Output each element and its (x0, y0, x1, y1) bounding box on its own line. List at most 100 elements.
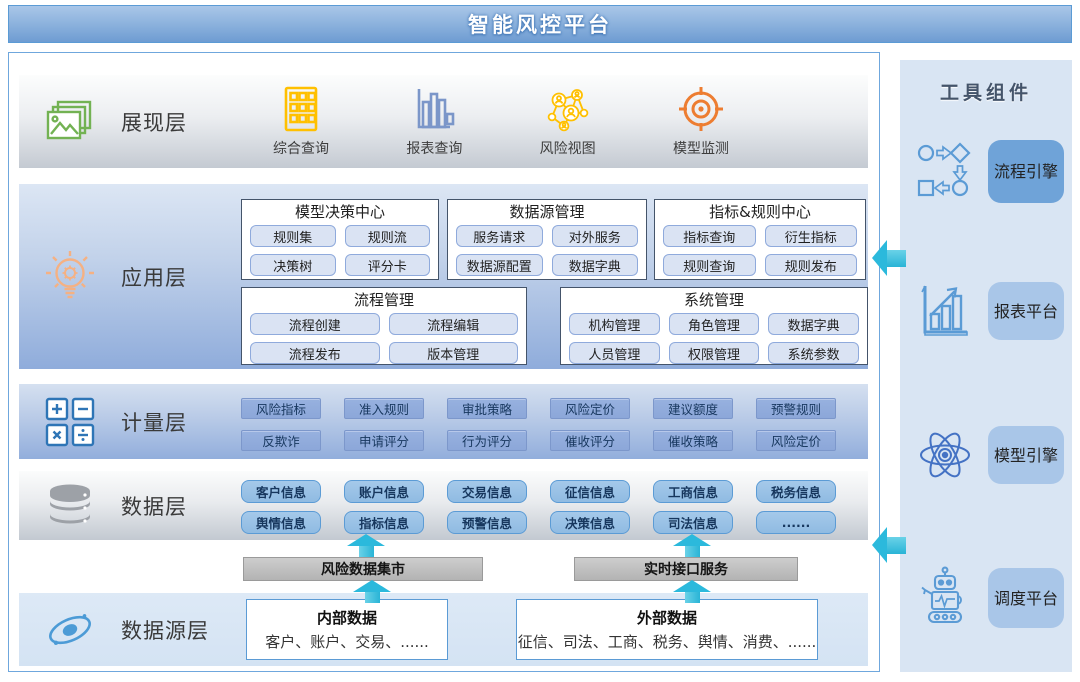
measure-chip: 风险定价 (756, 430, 836, 451)
pres-item-label: 综合查询 (273, 138, 329, 158)
app-chip: 机构管理 (569, 313, 660, 335)
app-chip: 数据字典 (768, 313, 859, 335)
group-title: 模型决策中心 (242, 202, 438, 223)
pres-item-label: 风险视图 (540, 138, 596, 158)
data-label: 数据层 (121, 491, 187, 521)
main-panel: 展现层 综合查询 (8, 52, 880, 672)
grid-icon (280, 86, 322, 132)
up-arrow (353, 580, 391, 603)
app-chip: 系统参数 (768, 342, 859, 364)
tool-schedule-platform: 调度平台 (988, 568, 1064, 628)
datasource-head: 数据源层 (41, 593, 209, 666)
bus-realtime-api: 实时接口服务 (574, 557, 798, 581)
app-chip: 规则流 (345, 225, 431, 247)
page-title: 智能风控平台 (468, 9, 612, 39)
internal-data-desc: 客户、账户、交易、...... (265, 631, 429, 652)
application-label: 应用层 (121, 262, 187, 292)
tool-report-platform: 报表平台 (988, 282, 1064, 340)
group-datasource-mgmt: 数据源管理 服务请求 对外服务 数据源配置 数据字典 (447, 199, 647, 280)
data-chip: 税务信息 (756, 480, 836, 503)
data-chip: 舆情信息 (241, 511, 321, 534)
group-model-decision: 模型决策中心 规则集 规则流 决策树 评分卡 (241, 199, 439, 280)
group-process-mgmt: 流程管理 流程创建 流程编辑 流程发布 版本管理 (241, 287, 527, 365)
app-chip: 指标查询 (663, 225, 756, 247)
presentation-head: 展现层 (41, 75, 187, 168)
network-icon (544, 86, 592, 132)
app-chip: 流程编辑 (389, 313, 519, 335)
app-chip: 决策树 (250, 254, 336, 276)
data-chip: 交易信息 (447, 480, 527, 503)
measure-chip: 风险指标 (241, 398, 321, 419)
pres-item-label: 报表查询 (406, 138, 462, 158)
app-chip: 规则集 (250, 225, 336, 247)
tools-sidebar: 工具组件 流程引擎 报表平台 (900, 60, 1072, 672)
group-indicator-rule: 指标&规则中心 指标查询 衍生指标 规则查询 规则发布 (654, 199, 866, 280)
app-chip: 规则发布 (765, 254, 858, 276)
data-chip: 征信信息 (550, 480, 630, 503)
left-arrow (872, 527, 906, 563)
atom-icon (914, 426, 976, 484)
measurement-head: 计量层 (41, 384, 187, 459)
report-icon (914, 282, 976, 340)
bus-risk-data-mart: 风险数据集市 (243, 557, 483, 581)
pres-item-monitor: 模型监测 (641, 86, 761, 158)
risk-platform-diagram: 智能风控平台 展现层 (0, 0, 1080, 682)
measure-chip: 行为评分 (447, 430, 527, 451)
app-chip: 服务请求 (456, 225, 543, 247)
external-data-title: 外部数据 (637, 607, 697, 628)
app-chip: 数据字典 (552, 254, 639, 276)
measure-chip: 预警规则 (756, 398, 836, 419)
measure-chip: 风险定价 (550, 398, 630, 419)
data-chip: 工商信息 (653, 480, 733, 503)
app-chip: 流程创建 (250, 313, 380, 335)
measurement-chips: 风险指标 准入规则 审批策略 风险定价 建议额度 预警规则 反欺诈 申请评分 行… (241, 398, 836, 451)
datasource-label: 数据源层 (121, 615, 209, 645)
data-chip: ...... (756, 511, 836, 534)
data-chip: 账户信息 (344, 480, 424, 503)
internal-data-title: 内部数据 (317, 607, 377, 628)
group-title: 指标&规则中心 (655, 202, 865, 223)
presentation-items: 综合查询 报表查询 (241, 75, 761, 168)
group-title: 流程管理 (242, 290, 526, 311)
layer-measurement: 计量层 风险指标 准入规则 审批策略 风险定价 建议额度 预警规则 反欺诈 申请… (19, 384, 868, 459)
up-arrow (673, 580, 711, 603)
app-chip: 角色管理 (669, 313, 760, 335)
data-chip: 司法信息 (653, 511, 733, 534)
app-chip: 衍生指标 (765, 225, 858, 247)
robot-icon (914, 566, 976, 628)
layer-presentation: 展现层 综合查询 (19, 75, 868, 168)
measurement-label: 计量层 (121, 407, 187, 437)
galaxy-icon (41, 607, 99, 653)
measure-chip: 反欺诈 (241, 430, 321, 451)
data-chip: 客户信息 (241, 480, 321, 503)
database-icon (41, 483, 99, 529)
data-chip: 指标信息 (344, 511, 424, 534)
group-title: 数据源管理 (448, 202, 646, 223)
pres-item-report: 报表查询 (374, 86, 494, 158)
measure-chip: 建议额度 (653, 398, 733, 419)
layer-data: 数据层 客户信息 账户信息 交易信息 征信信息 工商信息 税务信息 舆情信息 指… (19, 471, 868, 540)
up-arrow (673, 534, 711, 557)
left-arrow (872, 240, 906, 276)
pres-item-riskview: 风险视图 (508, 86, 628, 158)
external-data-desc: 征信、司法、工商、税务、舆情、消费、...... (518, 631, 817, 652)
group-system-mgmt: 系统管理 机构管理 角色管理 数据字典 人员管理 权限管理 系统参数 (560, 287, 868, 365)
app-chip: 人员管理 (569, 342, 660, 364)
up-arrow (347, 534, 385, 557)
app-chip: 流程发布 (250, 342, 380, 364)
layer-application: 应用层 模型决策中心 规则集 规则流 决策树 评分卡 数据源管理 服务请求 对外… (19, 184, 868, 369)
barchart-icon (412, 86, 456, 132)
flow-icon (914, 142, 976, 200)
measure-chip: 催收策略 (653, 430, 733, 451)
calculator-icon (41, 397, 99, 447)
data-head: 数据层 (41, 471, 187, 540)
app-chip: 对外服务 (552, 225, 639, 247)
pres-item-query: 综合查询 (241, 86, 361, 158)
tool-flow-engine: 流程引擎 (988, 140, 1064, 203)
bulb-gear-icon (41, 248, 99, 306)
data-chips: 客户信息 账户信息 交易信息 征信信息 工商信息 税务信息 舆情信息 指标信息 … (241, 480, 836, 534)
app-chip: 规则查询 (663, 254, 756, 276)
application-head: 应用层 (41, 184, 187, 369)
measure-chip: 申请评分 (344, 430, 424, 451)
group-title: 系统管理 (561, 290, 867, 311)
